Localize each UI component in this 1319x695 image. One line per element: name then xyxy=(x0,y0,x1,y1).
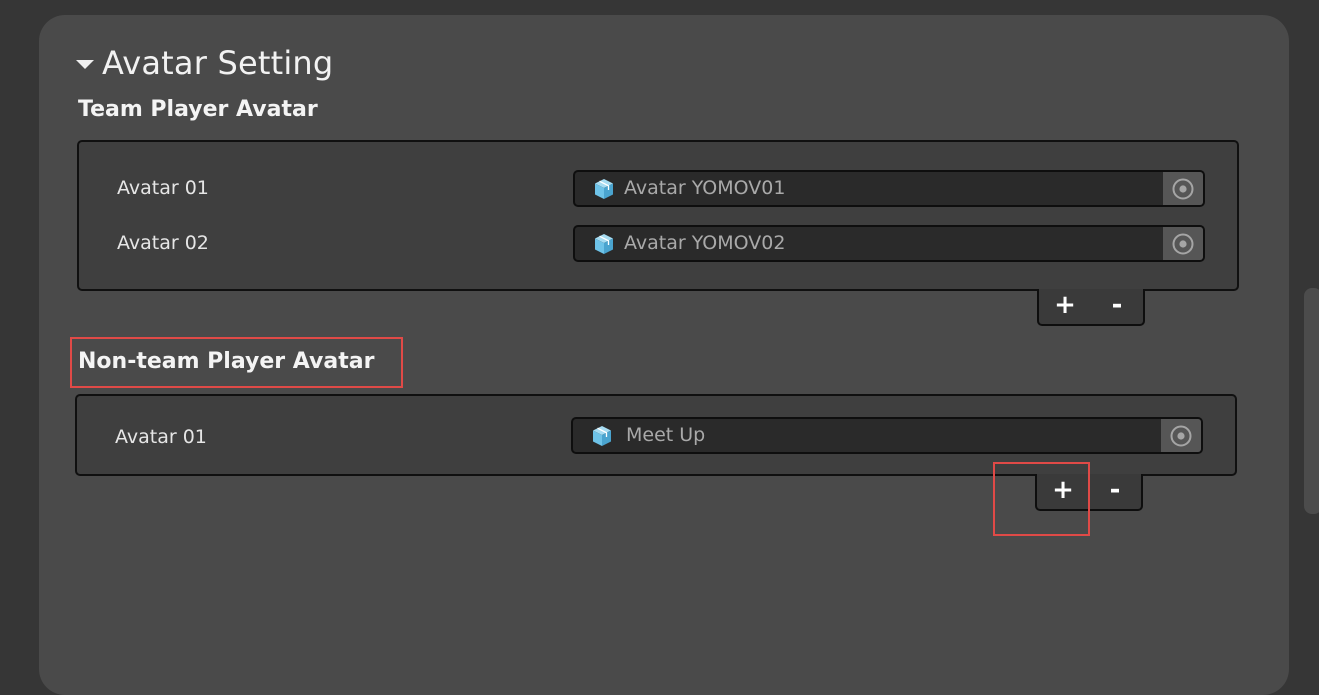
team-list-stepper: + - xyxy=(1037,289,1145,326)
team-avatar-label-1: Avatar 01 xyxy=(117,177,209,199)
prefab-cube-icon xyxy=(595,179,613,199)
prefab-cube-icon xyxy=(593,426,611,446)
vertical-scrollbar[interactable] xyxy=(1304,288,1319,514)
nonteam-avatar-field-1[interactable]: Meet Up xyxy=(571,417,1203,454)
team-avatar-field-1[interactable]: Avatar YOMOV01 xyxy=(573,170,1205,207)
team-avatar-list: Avatar 01 Avatar YOMOV01 Avatar 02 Avata… xyxy=(77,140,1239,291)
eye-icon xyxy=(1170,425,1192,446)
team-section-title: Team Player Avatar xyxy=(78,97,318,122)
team-remove-button[interactable]: - xyxy=(1091,289,1143,324)
object-picker-button[interactable] xyxy=(1163,227,1203,260)
object-picker-button[interactable] xyxy=(1161,419,1201,452)
team-avatar-field-2[interactable]: Avatar YOMOV02 xyxy=(573,225,1205,262)
nonteam-avatar-label-1: Avatar 01 xyxy=(115,426,207,448)
eye-icon xyxy=(1172,178,1194,199)
annotation-highlight-box xyxy=(993,462,1090,536)
eye-icon xyxy=(1172,233,1194,254)
annotation-highlight-box xyxy=(70,337,403,388)
nonteam-remove-button[interactable]: - xyxy=(1089,474,1141,509)
team-avatar-value-1: Avatar YOMOV01 xyxy=(624,177,786,199)
object-picker-button[interactable] xyxy=(1163,172,1203,205)
nonteam-avatar-value-1: Meet Up xyxy=(626,424,706,446)
foldout-title: Avatar Setting xyxy=(102,44,334,82)
team-avatar-label-2: Avatar 02 xyxy=(117,232,209,254)
caret-down-icon[interactable] xyxy=(76,60,94,69)
avatar-setting-foldout[interactable]: Avatar Setting xyxy=(76,42,333,84)
team-avatar-value-2: Avatar YOMOV02 xyxy=(624,232,786,254)
prefab-cube-icon xyxy=(595,234,613,254)
team-add-button[interactable]: + xyxy=(1039,289,1091,324)
